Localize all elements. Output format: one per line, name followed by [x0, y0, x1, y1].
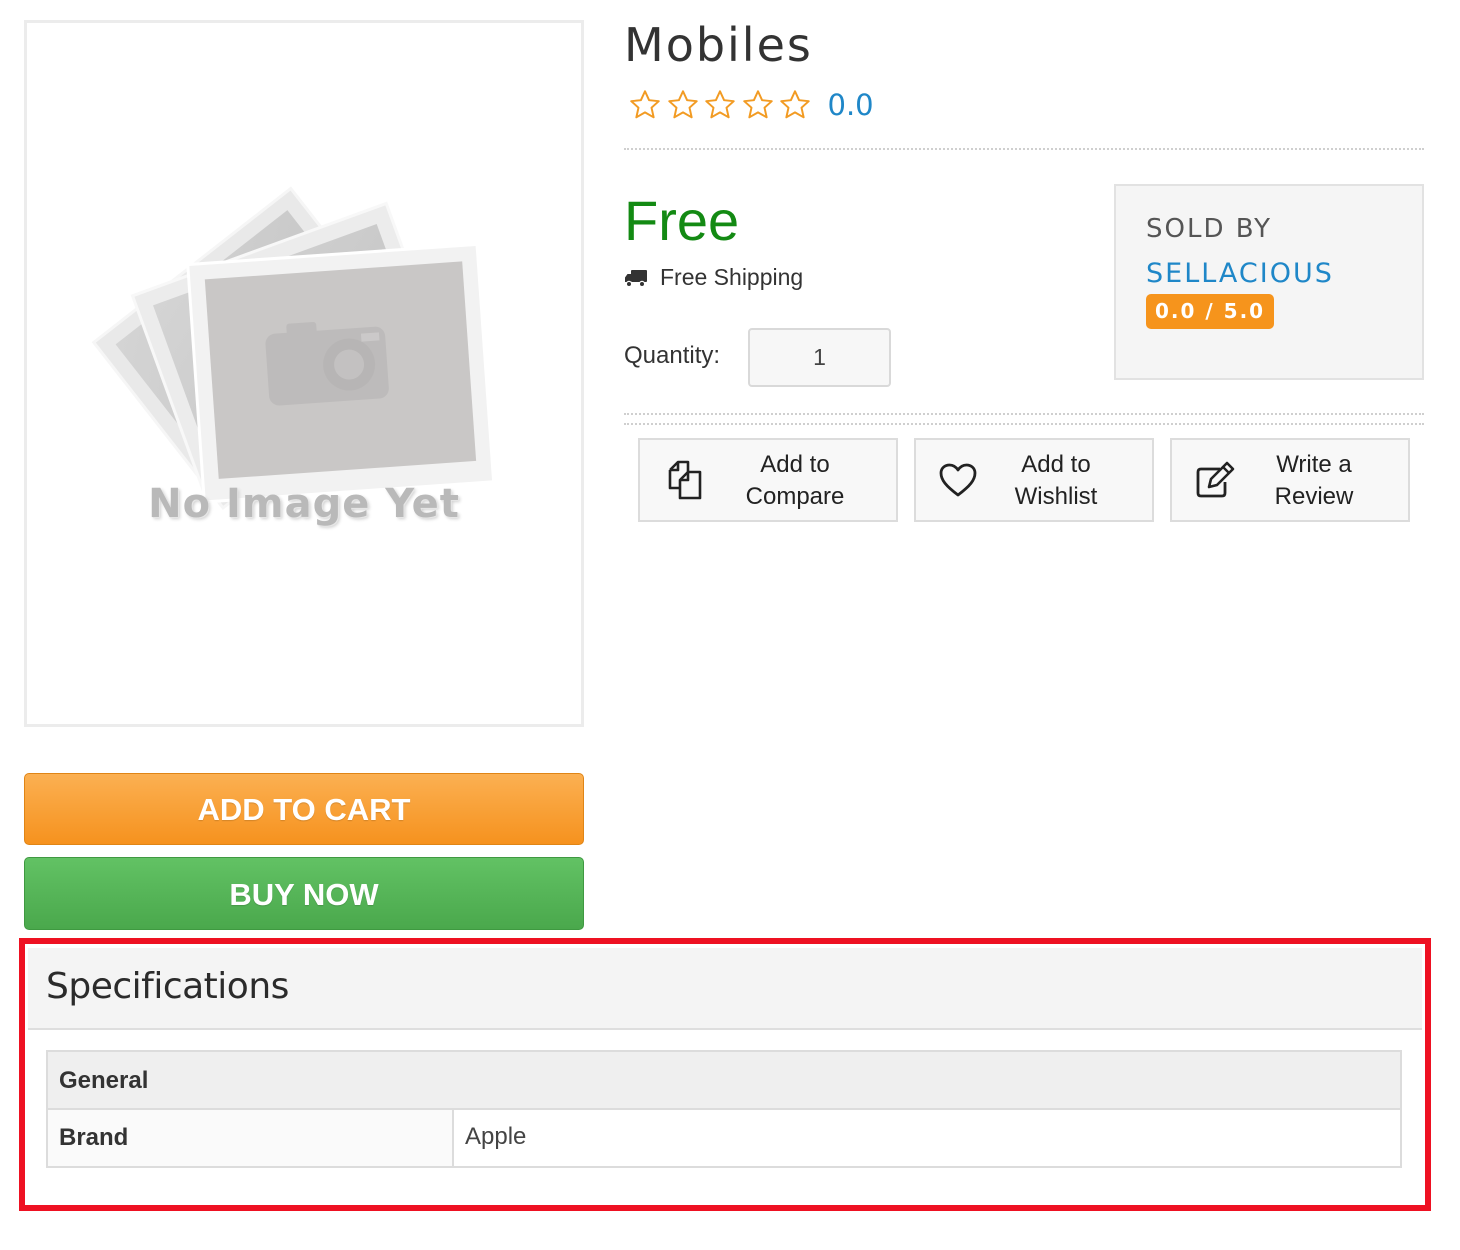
rating-value: 0.0: [827, 88, 874, 122]
no-image-label: No Image Yet: [148, 481, 460, 527]
add-to-compare-label: Add to Compare: [745, 451, 845, 510]
truck-icon: [625, 269, 647, 287]
highlight-box: [19, 938, 1431, 1211]
divider: [624, 148, 1424, 150]
quantity-input[interactable]: [748, 328, 891, 387]
compare-icon: [668, 460, 702, 500]
product-title: Mobiles: [624, 18, 813, 72]
divider: [624, 413, 1424, 415]
no-image-placeholder-icon: [91, 186, 496, 511]
divider: [624, 423, 1424, 425]
seller-rating-badge: 0.0 / 5.0: [1146, 294, 1275, 329]
edit-icon: [1196, 461, 1235, 498]
write-review-label: Write a Review: [1274, 451, 1354, 510]
seller-link[interactable]: SELLACIOUS: [1146, 258, 1334, 289]
write-review-button[interactable]: Write a Review: [1170, 438, 1410, 522]
add-to-cart-button[interactable]: ADD TO CART: [24, 773, 584, 845]
add-to-wishlist-label: Add to Wishlist: [1014, 451, 1098, 510]
seller-panel: SOLD BY SELLACIOUS 0.0 / 5.0: [1114, 184, 1424, 380]
star-icon[interactable]: [778, 88, 812, 122]
product-price: Free: [624, 189, 740, 252]
product-rating[interactable]: 0.0: [628, 86, 874, 124]
star-icon[interactable]: [741, 88, 775, 122]
star-icon[interactable]: [703, 88, 737, 122]
product-image[interactable]: No Image Yet: [24, 20, 584, 727]
shipping-label: Free Shipping: [660, 264, 804, 290]
add-to-wishlist-button[interactable]: Add to Wishlist: [914, 438, 1154, 522]
star-icon[interactable]: [628, 88, 662, 122]
shipping-info: Free Shipping: [624, 264, 803, 291]
heart-icon: [939, 463, 977, 497]
quantity-label: Quantity:: [624, 342, 721, 369]
add-to-compare-button[interactable]: Add to Compare: [638, 438, 898, 522]
buy-now-button[interactable]: BUY NOW: [24, 857, 584, 930]
sold-by-label: SOLD BY: [1146, 214, 1273, 244]
star-icon[interactable]: [666, 88, 700, 122]
